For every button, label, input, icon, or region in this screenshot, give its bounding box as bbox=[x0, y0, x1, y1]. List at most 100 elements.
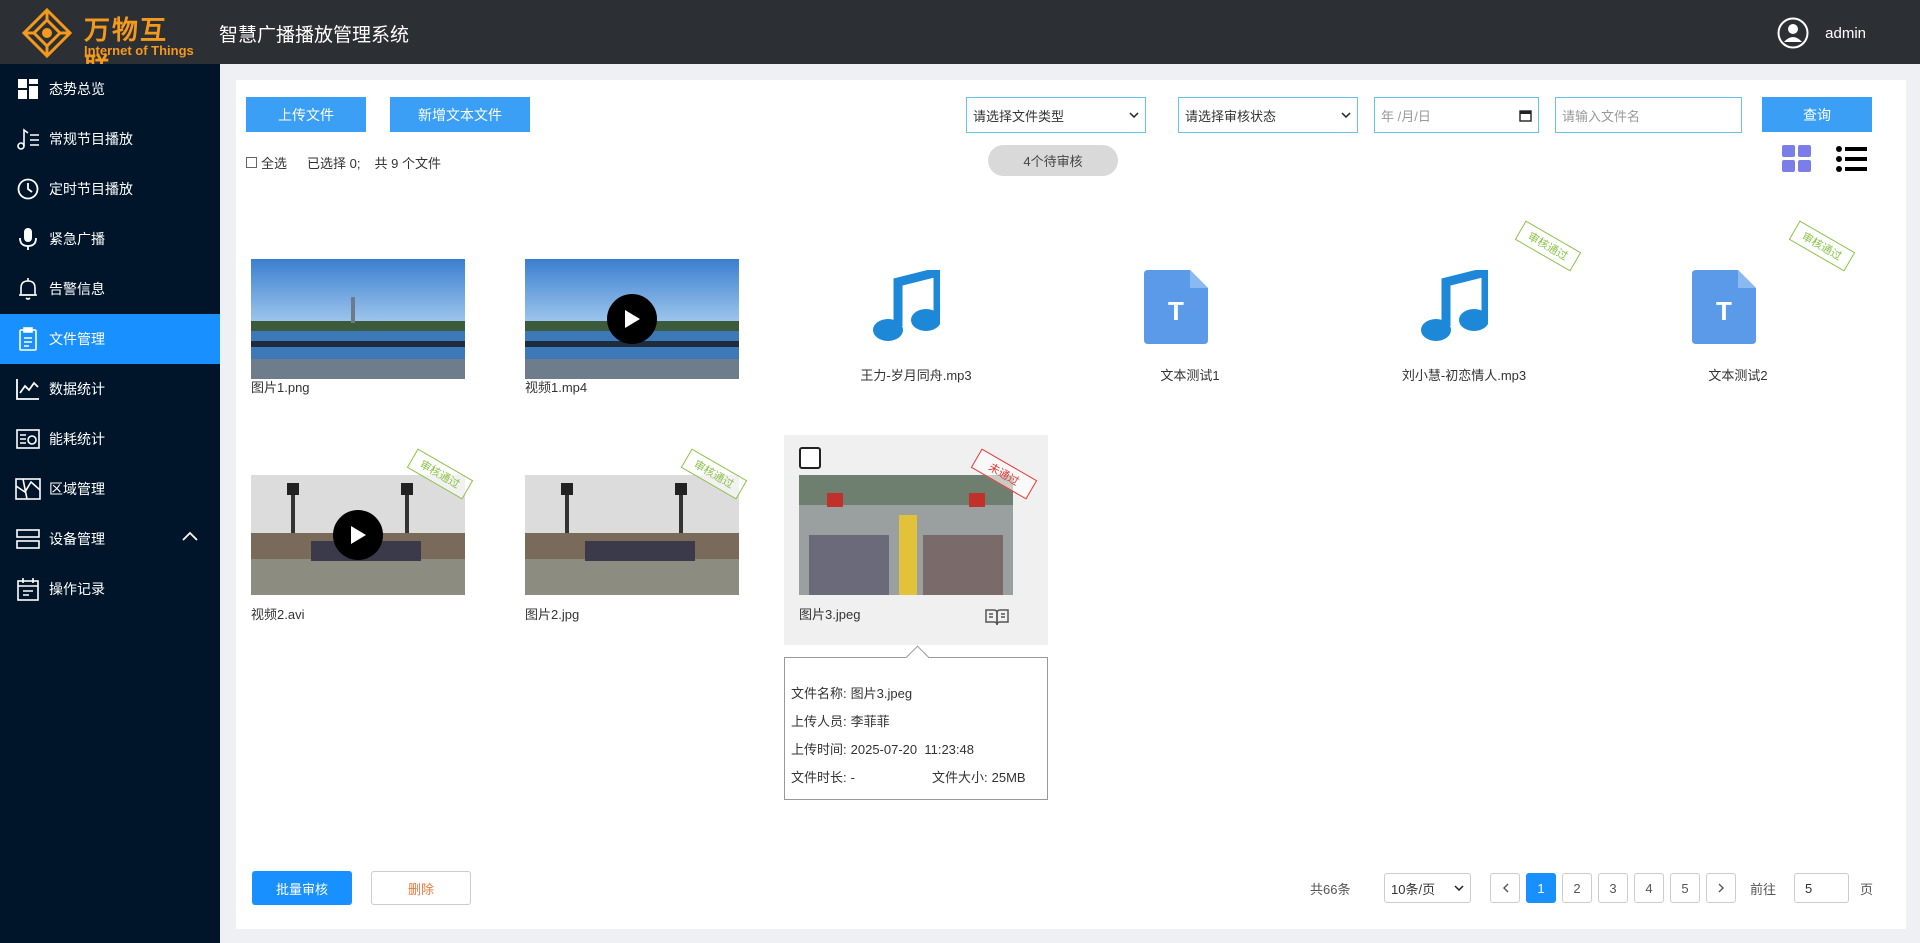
sidebar-item-file-management[interactable]: 文件管理 bbox=[0, 314, 220, 364]
popup-time-row: 上传时间: 2025-07-20 11:23:48 bbox=[791, 742, 974, 757]
select-all-checkbox[interactable] bbox=[246, 157, 257, 168]
book-open-icon[interactable] bbox=[985, 608, 1009, 626]
file-card[interactable]: 审核通过 图片2.jpg bbox=[510, 435, 774, 645]
logo-mark-icon bbox=[22, 8, 72, 58]
energy-icon bbox=[15, 426, 41, 452]
user-menu[interactable]: admin bbox=[1777, 17, 1866, 49]
sidebar-item-label: 定时节目播放 bbox=[49, 181, 133, 197]
clock-icon bbox=[15, 176, 41, 202]
top-header: 万物互联 Internet of Things 智慧广播播放管理系统 admin bbox=[0, 0, 1920, 83]
date-input[interactable]: 年 /月/日 bbox=[1374, 97, 1539, 133]
bell-icon bbox=[15, 276, 41, 302]
file-clipboard-icon bbox=[15, 326, 41, 352]
file-select-checkbox[interactable] bbox=[799, 447, 821, 469]
sidebar-item-label: 告警信息 bbox=[49, 281, 105, 297]
file-card-hovered[interactable]: 未通过 图片3.jpeg bbox=[784, 435, 1048, 645]
file-detail-popover: 文件名称: 图片3.jpeg 上传人员: 李菲菲 上传时间: 2025-07-20 1… bbox=[784, 657, 1048, 800]
popup-duration-row: 文件时长: - bbox=[791, 770, 855, 785]
sidebar-item-alarm[interactable]: 告警信息 bbox=[0, 264, 220, 314]
file-card[interactable]: T 文本测试1 bbox=[1058, 230, 1322, 440]
prev-page-button[interactable] bbox=[1490, 873, 1520, 903]
review-status-select[interactable]: 请选择审核状态 bbox=[1178, 97, 1358, 133]
sidebar-item-operation-log[interactable]: 操作记录 bbox=[0, 564, 220, 614]
calendar-picker-icon[interactable] bbox=[1519, 109, 1532, 122]
play-icon[interactable] bbox=[607, 294, 657, 344]
sidebar-item-device[interactable]: 设备管理 bbox=[0, 514, 220, 564]
text-file-icon: T bbox=[1144, 270, 1208, 344]
file-name: 视频1.mp4 bbox=[525, 380, 588, 395]
popup-uploader-row: 上传人员: 李菲菲 bbox=[791, 714, 890, 729]
delete-button[interactable]: 删除 bbox=[371, 871, 471, 905]
file-card[interactable]: 视频1.mp4 bbox=[510, 230, 774, 440]
video-thumbnail bbox=[251, 475, 465, 595]
file-name: 刘小慧-初恋情人.mp3 bbox=[1401, 368, 1527, 383]
image-thumbnail bbox=[799, 475, 1013, 595]
sidebar-item-timed-program[interactable]: 定时节目播放 bbox=[0, 164, 220, 214]
page-button[interactable]: 5 bbox=[1670, 873, 1700, 903]
file-name: 文本测试1 bbox=[1160, 368, 1220, 383]
file-card[interactable]: 图片1.png bbox=[236, 230, 500, 440]
page-size-select[interactable]: 10条/页 bbox=[1384, 873, 1471, 903]
username: admin bbox=[1825, 24, 1866, 42]
new-text-file-button[interactable]: 新增文本文件 bbox=[390, 97, 530, 132]
total-files: 共 9 个文件 bbox=[374, 156, 441, 171]
sidebar-item-label: 设备管理 bbox=[49, 531, 105, 547]
file-card[interactable]: 王力-岁月同舟.mp3 bbox=[784, 230, 1048, 440]
file-card[interactable]: T 审核通过 文本测试2 bbox=[1606, 220, 1870, 440]
sidebar-item-regular-program[interactable]: 常规节目播放 bbox=[0, 114, 220, 164]
filename-search-placeholder: 请输入文件名 bbox=[1562, 108, 1641, 124]
approved-stamp: 审核通过 bbox=[1788, 220, 1856, 272]
file-type-select[interactable]: 请选择文件类型 bbox=[966, 97, 1146, 133]
sidebar-item-label: 文件管理 bbox=[49, 331, 105, 347]
page-size-value: 10条/页 bbox=[1391, 881, 1436, 897]
sidebar-item-emergency[interactable]: 紧急广播 bbox=[0, 214, 220, 264]
file-name: 图片2.jpg bbox=[525, 607, 580, 622]
filename-search-input[interactable]: 请输入文件名 bbox=[1555, 97, 1742, 133]
page-button[interactable]: 1 bbox=[1526, 873, 1556, 903]
sidebar-item-energy-stats[interactable]: 能耗统计 bbox=[0, 414, 220, 464]
next-page-button[interactable] bbox=[1706, 873, 1736, 903]
logo-text-en: Internet of Things bbox=[84, 43, 194, 58]
chevron-down-icon bbox=[1341, 112, 1351, 118]
page-button[interactable]: 2 bbox=[1562, 873, 1592, 903]
approved-stamp: 审核通过 bbox=[1514, 220, 1582, 272]
sidebar-item-area[interactable]: 区域管理 bbox=[0, 464, 220, 514]
batch-review-button[interactable]: 批量审核 bbox=[252, 871, 352, 905]
query-button[interactable]: 查询 bbox=[1762, 97, 1872, 132]
svg-text:T: T bbox=[1716, 296, 1732, 326]
sidebar-item-label: 常规节目播放 bbox=[49, 131, 133, 147]
sidebar-item-data-stats[interactable]: 数据统计 bbox=[0, 364, 220, 414]
date-input-placeholder: 年 /月/日 bbox=[1381, 108, 1431, 124]
text-file-icon: T bbox=[1692, 270, 1756, 344]
list-view-icon[interactable] bbox=[1836, 145, 1868, 173]
select-all-label[interactable]: 全选 bbox=[261, 153, 287, 172]
page-button[interactable]: 3 bbox=[1598, 873, 1628, 903]
audio-file-icon bbox=[873, 270, 940, 341]
main-content: 上传文件 新增文本文件 请选择文件类型 请选择审核状态 年 /月/日 请输入文件… bbox=[236, 80, 1906, 929]
goto-label: 前往 bbox=[1750, 882, 1777, 897]
page-suffix: 页 bbox=[1860, 882, 1874, 897]
calendar-icon bbox=[15, 576, 41, 602]
goto-page-input[interactable]: 5 bbox=[1794, 873, 1849, 903]
sidebar-item-overview[interactable]: 态势总览 bbox=[0, 64, 220, 114]
upload-file-button[interactable]: 上传文件 bbox=[246, 97, 366, 132]
file-card[interactable]: 审核通过 视频2.avi bbox=[236, 435, 500, 645]
chevron-left-icon bbox=[1502, 883, 1508, 893]
microphone-icon bbox=[15, 226, 41, 252]
svg-text:T: T bbox=[1168, 296, 1184, 326]
chevron-up-icon[interactable] bbox=[182, 531, 198, 541]
chevron-right-icon bbox=[1718, 883, 1724, 893]
play-icon[interactable] bbox=[333, 510, 383, 560]
page-button[interactable]: 4 bbox=[1634, 873, 1664, 903]
video-thumbnail bbox=[525, 259, 739, 379]
selected-count: 已选择 0; bbox=[307, 156, 361, 171]
total-count: 共66条 bbox=[1310, 882, 1351, 897]
file-card[interactable]: 审核通过 刘小慧-初恋情人.mp3 bbox=[1332, 220, 1596, 440]
logo: 万物互联 Internet of Things bbox=[22, 6, 194, 83]
sidebar-item-label: 紧急广播 bbox=[49, 231, 105, 247]
sidebar-item-label: 能耗统计 bbox=[49, 431, 105, 447]
map-icon bbox=[15, 476, 41, 502]
grid-view-icon[interactable] bbox=[1782, 145, 1812, 173]
pending-review-badge[interactable]: 4个待审核 bbox=[988, 145, 1118, 176]
popup-size-row: 文件大小: 25MB bbox=[932, 770, 1026, 785]
